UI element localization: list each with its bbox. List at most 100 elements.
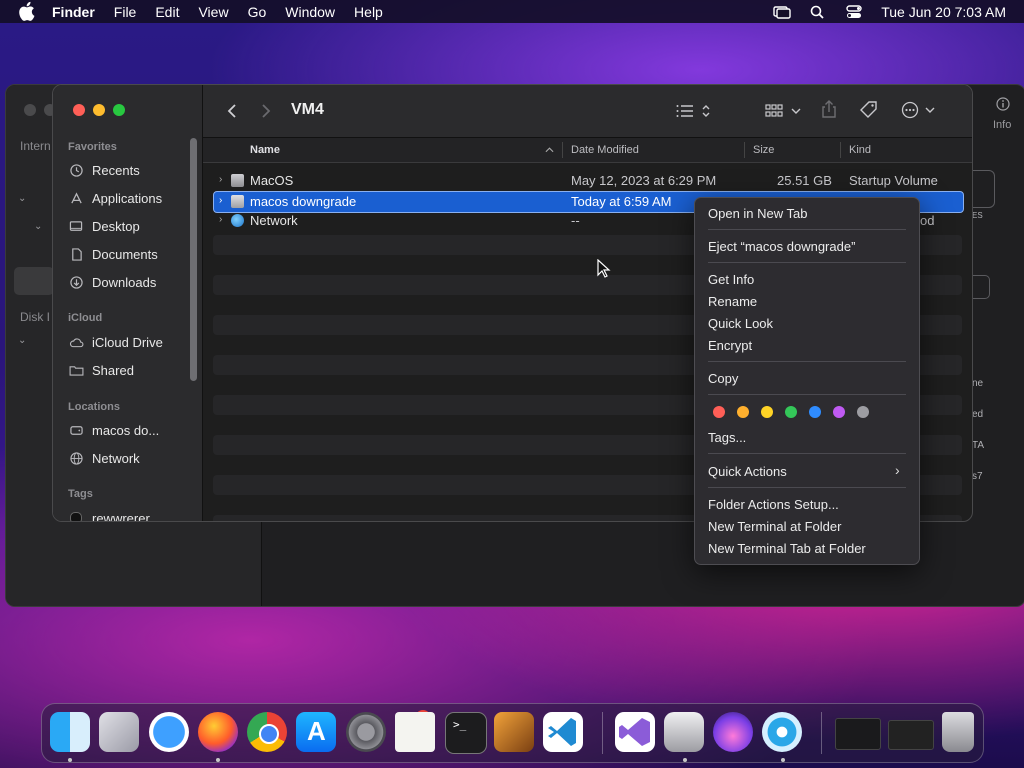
sidebar-item-label: Shared (92, 362, 134, 378)
tag-color-purple[interactable] (833, 406, 845, 418)
globe-icon (231, 214, 244, 227)
column-name[interactable]: Name (250, 144, 280, 156)
sidebar-item-label: rewwrerer (92, 510, 150, 522)
menu-open-in-new-tab[interactable]: Open in New Tab (708, 206, 808, 221)
drive-icon (231, 195, 244, 208)
sidebar-item-documents[interactable]: Documents (68, 244, 158, 264)
sidebar-item-label: Network (92, 450, 140, 466)
menu-app-name[interactable]: Finder (52, 4, 95, 20)
minimized-window-thumbnail[interactable] (888, 720, 934, 750)
minimized-window-thumbnail[interactable] (835, 718, 881, 750)
minimize-button[interactable] (93, 104, 105, 116)
background-selected-item[interactable] (14, 267, 54, 295)
menu-quick-actions[interactable]: Quick Actions (708, 464, 787, 479)
menu-clock[interactable]: Tue Jun 20 7:03 AM (881, 4, 1006, 20)
disclosure-triangle-icon[interactable]: › (219, 195, 222, 206)
disclosure-triangle-icon[interactable]: › (219, 174, 222, 185)
column-divider[interactable] (744, 142, 745, 158)
row-name: Network (250, 213, 298, 228)
tag-icon[interactable] (860, 101, 878, 119)
sidebar-item-macos-downgrade[interactable]: macos do... (68, 420, 159, 440)
system-settings-dock-icon[interactable] (346, 712, 386, 752)
background-sidebar-label-internal: Intern (20, 139, 51, 153)
textedit-dock-icon[interactable] (395, 712, 435, 752)
garageband-dock-icon[interactable] (494, 712, 534, 752)
sidebar-item-downloads[interactable]: Downloads (68, 272, 156, 292)
menu-rename[interactable]: Rename (708, 294, 757, 309)
sidebar-header-locations: Locations (68, 401, 120, 413)
finder-toolbar: VM4 (203, 85, 972, 138)
launchpad-dock-icon[interactable] (99, 712, 139, 752)
chevron-down-icon[interactable]: ⌄ (34, 221, 42, 232)
menu-window[interactable]: Window (285, 4, 335, 20)
column-size[interactable]: Size (753, 144, 774, 156)
menu-encrypt[interactable]: Encrypt (708, 338, 752, 353)
menu-go[interactable]: Go (248, 4, 267, 20)
menu-bar: Finder File Edit View Go Window Help Tue… (0, 0, 1024, 23)
menu-new-terminal-tab-at-folder[interactable]: New Terminal Tab at Folder (708, 541, 866, 556)
installer-dock-icon[interactable] (713, 712, 753, 752)
finder-dock-icon[interactable] (50, 712, 90, 752)
apple-menu-icon[interactable] (18, 1, 36, 22)
column-header: Name Date Modified Size Kind (203, 138, 972, 163)
list-view-icon[interactable] (675, 103, 711, 119)
menu-eject[interactable]: Eject “macos downgrade” (708, 239, 855, 254)
spotlight-search-icon[interactable] (809, 5, 827, 19)
firefox-dock-icon[interactable] (198, 712, 238, 752)
background-button[interactable] (972, 275, 990, 299)
menu-copy[interactable]: Copy (708, 371, 738, 386)
tag-color-yellow[interactable] (761, 406, 773, 418)
menu-help[interactable]: Help (354, 4, 383, 20)
more-actions-icon[interactable] (901, 101, 937, 119)
sort-ascending-icon[interactable] (545, 147, 554, 153)
zoom-button[interactable] (113, 104, 125, 116)
menu-quick-look[interactable]: Quick Look (708, 316, 773, 331)
sidebar-item-applications[interactable]: Applications (68, 188, 162, 208)
menu-edit[interactable]: Edit (155, 4, 179, 20)
menu-folder-actions-setup[interactable]: Folder Actions Setup... (708, 497, 839, 512)
menu-new-terminal-at-folder[interactable]: New Terminal at Folder (708, 519, 841, 534)
table-row[interactable]: › MacOS May 12, 2023 at 6:29 PM 25.51 GB… (213, 171, 962, 191)
forward-icon[interactable] (261, 103, 271, 119)
column-divider[interactable] (562, 142, 563, 158)
share-icon[interactable] (821, 100, 837, 118)
sidebar-item-network[interactable]: Network (68, 448, 140, 468)
sidebar-item-recents[interactable]: Recents (68, 160, 140, 180)
trash-dock-icon[interactable] (942, 712, 974, 752)
tag-color-blue[interactable] (809, 406, 821, 418)
system-utility-dock-icon[interactable] (762, 712, 802, 752)
chevron-down-icon[interactable]: ⌄ (18, 335, 26, 346)
control-center-icon[interactable] (845, 4, 863, 19)
tag-color-orange[interactable] (737, 406, 749, 418)
column-date-modified[interactable]: Date Modified (571, 144, 639, 156)
safari-dock-icon[interactable] (149, 712, 189, 752)
disk-utility-dock-icon[interactable] (664, 712, 704, 752)
tag-color-red[interactable] (713, 406, 725, 418)
disclosure-triangle-icon[interactable]: › (219, 214, 222, 225)
sidebar-item-icloud-drive[interactable]: iCloud Drive (68, 332, 163, 352)
row-date: -- (571, 213, 580, 228)
tag-color-gray[interactable] (857, 406, 869, 418)
background-close-button[interactable] (24, 104, 36, 116)
column-divider[interactable] (840, 142, 841, 158)
submenu-chevron-icon: › (895, 462, 900, 478)
sidebar-item-tag[interactable]: rewwrerer (68, 508, 150, 522)
info-icon[interactable] (996, 97, 1010, 111)
group-by-icon[interactable] (765, 103, 801, 119)
visual-studio-logo-icon (619, 718, 650, 746)
document-icon (68, 246, 84, 262)
menu-view[interactable]: View (198, 4, 228, 20)
menu-tags[interactable]: Tags... (708, 430, 746, 445)
screen-mirroring-icon[interactable] (773, 5, 791, 19)
close-button[interactable] (73, 104, 85, 116)
menu-get-info[interactable]: Get Info (708, 272, 754, 287)
menu-file[interactable]: File (114, 4, 137, 20)
menu-separator (708, 394, 906, 395)
tag-color-green[interactable] (785, 406, 797, 418)
chevron-down-icon[interactable]: ⌄ (18, 193, 26, 204)
sidebar-item-desktop[interactable]: Desktop (68, 216, 140, 236)
column-kind[interactable]: Kind (849, 144, 871, 156)
sidebar-item-shared[interactable]: Shared (68, 360, 134, 380)
back-icon[interactable] (227, 103, 237, 119)
sidebar-scrollbar[interactable] (190, 138, 197, 381)
